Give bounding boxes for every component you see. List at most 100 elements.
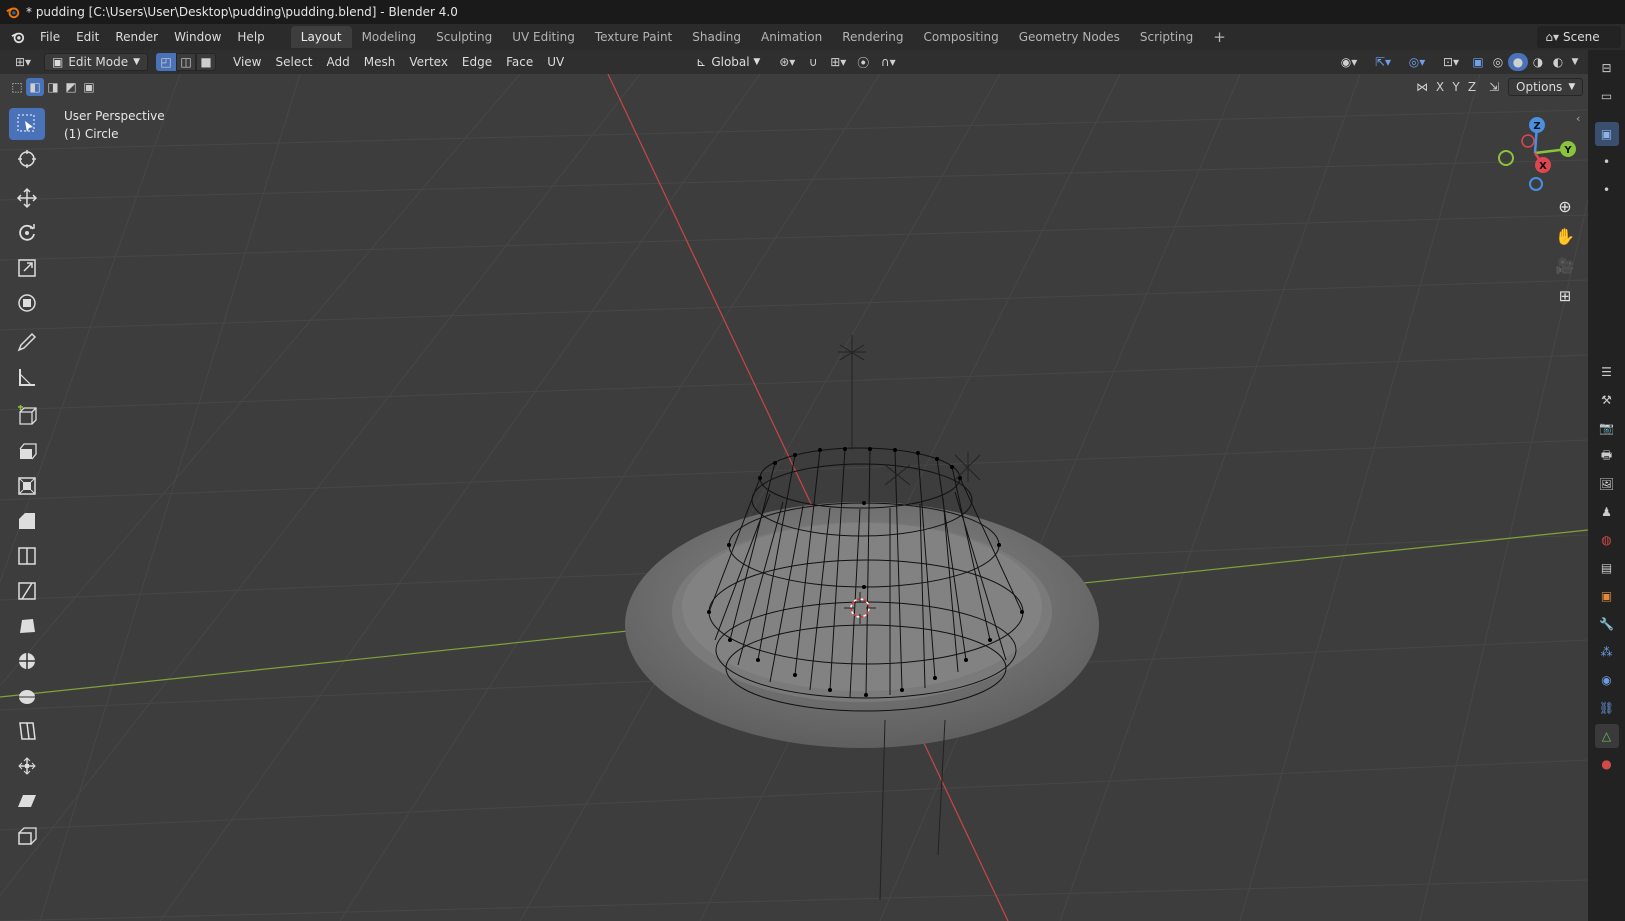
ortho-toggle-button[interactable]: ⊞ — [1551, 282, 1579, 310]
snap-target-button[interactable]: ⊞▾ — [823, 53, 853, 71]
mesh-edit-overlay-button[interactable]: ⊡▾ — [1434, 53, 1468, 71]
shading-wireframe-button[interactable]: ◎ — [1488, 53, 1508, 71]
tab-layout[interactable]: Layout — [290, 26, 352, 48]
spin-tool[interactable] — [9, 645, 45, 677]
menu-help[interactable]: Help — [229, 24, 272, 50]
pan-button[interactable]: ✋ — [1551, 222, 1579, 250]
shading-solid-button[interactable]: ● — [1508, 53, 1528, 71]
neg-y-axis-handle[interactable] — [1498, 150, 1514, 166]
snap-toggle-button[interactable]: ∪ — [803, 53, 823, 71]
tab-sculpting[interactable]: Sculpting — [426, 26, 502, 48]
options-dropdown[interactable]: Options ▼ — [1508, 78, 1584, 96]
camera-view-button[interactable]: 🎥 — [1551, 252, 1579, 280]
tab-animation[interactable]: Animation — [751, 26, 832, 48]
auto-merge-button[interactable]: ⇲ — [1484, 78, 1504, 96]
tab-world-properties[interactable]: ◍ — [1595, 528, 1619, 552]
shading-options-button[interactable]: ▼ — [1568, 53, 1582, 71]
select-invert-button[interactable]: ◩ — [62, 78, 80, 96]
tab-constraints-properties[interactable]: ⛓ — [1595, 696, 1619, 720]
viewport-canvas[interactable] — [0, 74, 1588, 921]
tab-particles-properties[interactable]: ⁂ — [1595, 640, 1619, 664]
header-menu-add[interactable]: Add — [320, 53, 357, 71]
tab-view-layer-properties[interactable]: 🖼 — [1595, 472, 1619, 496]
tab-scripting[interactable]: Scripting — [1130, 26, 1203, 48]
tab-compositing[interactable]: Compositing — [913, 26, 1008, 48]
header-menu-edge[interactable]: Edge — [455, 53, 499, 71]
add-cube-tool[interactable] — [9, 400, 45, 432]
neg-z-axis-handle[interactable] — [1529, 177, 1543, 191]
transform-orientation-selector[interactable]: ⊾ Global ▼ — [689, 53, 767, 71]
sidebar-toggle-arrow[interactable]: ‹ — [1576, 112, 1580, 125]
header-menu-face[interactable]: Face — [499, 53, 540, 71]
neg-x-axis-handle[interactable] — [1521, 134, 1535, 148]
header-menu-view[interactable]: View — [226, 53, 268, 71]
x-axis-handle[interactable]: X — [1535, 157, 1551, 173]
edge-slide-tool[interactable] — [9, 715, 45, 747]
transform-tool[interactable] — [9, 287, 45, 319]
face-select-button[interactable]: ■ — [196, 53, 216, 71]
shear-tool[interactable] — [9, 785, 45, 817]
pivot-point-button[interactable]: ⊛▾ — [771, 53, 803, 71]
inset-tool[interactable] — [9, 470, 45, 502]
select-extend-button[interactable]: ◧ — [26, 78, 44, 96]
tab-render-properties[interactable]: 📷 — [1595, 416, 1619, 440]
mirror-options-button[interactable]: ⋈ — [1412, 78, 1432, 96]
menu-file[interactable]: File — [32, 24, 68, 50]
outliner-item-active[interactable]: ▣ — [1594, 122, 1619, 146]
tab-collection-properties[interactable]: ▤ — [1595, 556, 1619, 580]
mirror-x-button[interactable]: X — [1432, 78, 1448, 96]
select-box-tool[interactable] — [9, 108, 45, 140]
select-subtract-button[interactable]: ◨ — [44, 78, 62, 96]
mirror-y-button[interactable]: Y — [1448, 78, 1464, 96]
tab-uv-editing[interactable]: UV Editing — [502, 26, 585, 48]
add-workspace-button[interactable]: + — [1203, 26, 1236, 48]
tab-object-properties[interactable]: ▣ — [1595, 584, 1619, 608]
menu-edit[interactable]: Edit — [68, 24, 107, 50]
outliner-item-2[interactable]: • — [1595, 150, 1619, 174]
edge-select-button[interactable]: ◫ — [176, 53, 196, 71]
annotate-tool[interactable] — [9, 326, 45, 358]
mode-selector[interactable]: ▣ Edit Mode ▼ — [44, 53, 148, 71]
tab-modeling[interactable]: Modeling — [352, 26, 427, 48]
tab-data-properties[interactable]: △ — [1594, 724, 1619, 748]
gizmo-toggle-button[interactable]: ⇱▾ — [1366, 53, 1400, 71]
editor-type-button[interactable]: ⊞▾ — [6, 53, 40, 71]
proportional-edit-button[interactable]: ⦿ — [853, 53, 873, 71]
tab-geometry-nodes[interactable]: Geometry Nodes — [1009, 26, 1130, 48]
tab-tool-properties[interactable]: ⚒ — [1595, 388, 1619, 412]
visibility-selectability-button[interactable]: ◉▾ — [1332, 53, 1366, 71]
cursor-tool[interactable] — [9, 143, 45, 175]
menu-window[interactable]: Window — [166, 24, 229, 50]
tab-scene-properties[interactable]: ♟ — [1595, 500, 1619, 524]
header-menu-select[interactable]: Select — [268, 53, 319, 71]
3d-viewport[interactable]: User Perspective (1) Circle Z Y X ⊕ ✋ 🎥 … — [0, 74, 1588, 921]
outliner-item-3[interactable]: • — [1595, 178, 1619, 202]
mirror-z-button[interactable]: Z — [1464, 78, 1480, 96]
outliner-filter-button[interactable]: ▭ — [1595, 84, 1619, 108]
tab-rendering[interactable]: Rendering — [832, 26, 913, 48]
z-axis-handle[interactable]: Z — [1529, 117, 1545, 133]
bevel-tool[interactable] — [9, 505, 45, 537]
loop-cut-tool[interactable] — [9, 540, 45, 572]
shading-rendered-button[interactable]: ◐ — [1548, 53, 1568, 71]
overlay-toggle-button[interactable]: ◎▾ — [1400, 53, 1434, 71]
header-menu-mesh[interactable]: Mesh — [357, 53, 403, 71]
tab-modifier-properties[interactable]: 🔧 — [1595, 612, 1619, 636]
outliner-editor-button[interactable]: ⊟ — [1595, 56, 1619, 80]
scene-selector[interactable]: ⌂▾ Scene — [1537, 26, 1621, 48]
properties-editor-button[interactable]: ☰ — [1595, 360, 1619, 384]
move-tool[interactable] — [9, 182, 45, 214]
select-intersect-button[interactable]: ▣ — [80, 78, 98, 96]
tab-texture-paint[interactable]: Texture Paint — [585, 26, 682, 48]
shrink-fatten-tool[interactable] — [9, 750, 45, 782]
tab-material-properties[interactable]: ● — [1595, 752, 1619, 776]
proportional-falloff-button[interactable]: ∩▾ — [873, 53, 903, 71]
extrude-tool[interactable] — [9, 435, 45, 467]
navigation-gizmo[interactable]: Z Y X — [1490, 108, 1580, 198]
smooth-tool[interactable] — [9, 680, 45, 712]
shading-material-button[interactable]: ◑ — [1528, 53, 1548, 71]
header-menu-uv[interactable]: UV — [540, 53, 571, 71]
poly-build-tool[interactable] — [9, 610, 45, 642]
rotate-tool[interactable] — [9, 217, 45, 249]
vertex-select-button[interactable]: ◰ — [156, 53, 176, 71]
